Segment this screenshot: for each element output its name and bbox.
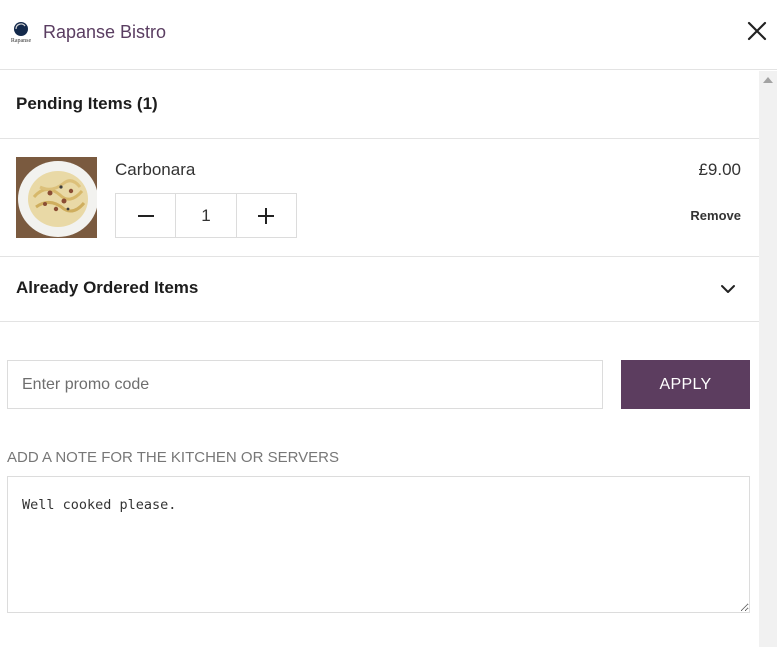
cart-content: Pending Items (1) Carbonara £9.00 1 Remo… — [0, 71, 759, 647]
item-image — [16, 157, 97, 238]
svg-text:Rapanse: Rapanse — [11, 38, 32, 44]
quantity-stepper: 1 — [115, 193, 297, 238]
kitchen-note-textarea[interactable]: Well cooked please. — [7, 476, 750, 613]
minus-icon — [137, 214, 154, 217]
chevron-down-icon[interactable] — [718, 279, 738, 299]
already-ordered-title[interactable]: Already Ordered Items — [16, 278, 198, 298]
plus-icon — [258, 207, 275, 224]
item-price: £9.00 — [698, 160, 741, 179]
pending-items-title: Pending Items (1) — [16, 94, 158, 113]
divider — [0, 256, 759, 257]
apply-promo-button[interactable]: APPLY — [621, 360, 750, 409]
note-label: ADD A NOTE FOR THE KITCHEN OR SERVERS — [7, 449, 340, 466]
scrollbar[interactable] — [759, 71, 777, 647]
brand-name: Rapanse Bistro — [43, 22, 167, 42]
header-bar: Rapanse Rapanse Bistro — [0, 0, 777, 70]
remove-item-link[interactable]: Remove — [690, 208, 741, 223]
decrease-quantity-button[interactable] — [116, 194, 175, 237]
promo-code-input[interactable] — [7, 360, 603, 409]
divider — [0, 138, 759, 139]
close-icon[interactable] — [745, 19, 769, 43]
divider — [0, 321, 759, 322]
scroll-up-arrow-icon[interactable] — [763, 77, 773, 83]
item-name: Carbonara — [115, 160, 196, 179]
quantity-value[interactable]: 1 — [175, 194, 237, 237]
increase-quantity-button[interactable] — [237, 194, 296, 237]
brand-logo: Rapanse — [6, 20, 36, 46]
